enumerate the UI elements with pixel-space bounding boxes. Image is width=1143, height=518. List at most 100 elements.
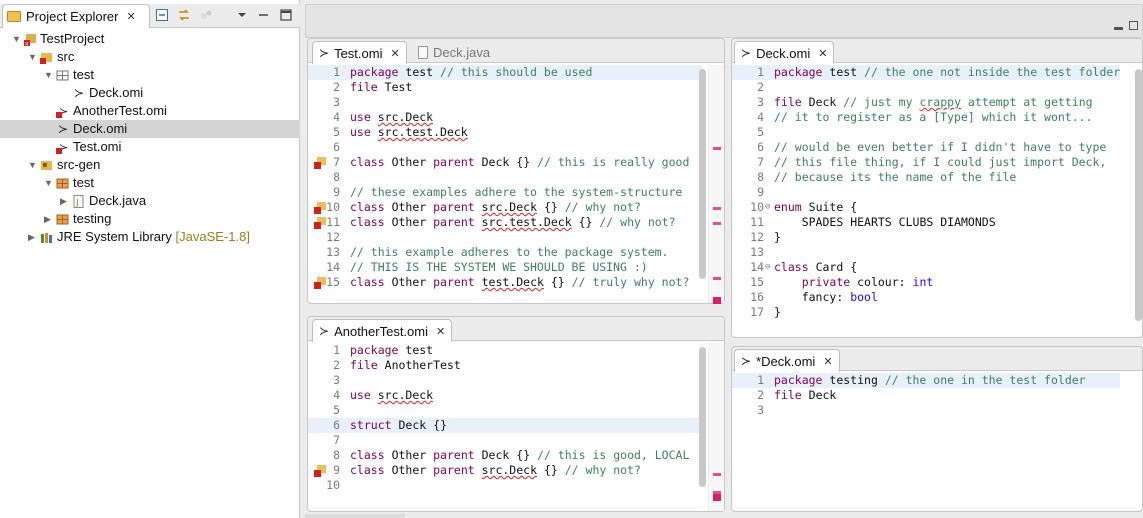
code-line[interactable]: 10 class Other parent src.Deck {} // why … [308, 200, 702, 215]
collapse-all-icon[interactable] [155, 8, 169, 22]
code-editor[interactable]: 1 package test // this should be used 2 fil… [308, 65, 724, 303]
error-summary-marker[interactable] [713, 297, 721, 304]
tab-deck-omi-dirty[interactable]: ≻ *Deck.omi ✕ [734, 349, 840, 372]
code-line[interactable]: 7 // this file thing, if I could just imp… [732, 155, 1120, 170]
error-marker[interactable] [713, 473, 721, 476]
error-marker[interactable] [713, 277, 721, 280]
tree-item-src-test-deck-omi[interactable]: ≻ Deck.omi [0, 84, 300, 102]
minimize-icon[interactable] [1114, 27, 1123, 30]
code-editor[interactable]: 1 package test // the one not inside the … [732, 65, 1142, 337]
error-marker-icon[interactable] [314, 217, 327, 229]
close-icon[interactable]: ✕ [436, 325, 445, 338]
code-line[interactable]: 3 [732, 403, 1120, 418]
code-line[interactable]: 10 [308, 478, 702, 493]
tab-anothertest-omi[interactable]: ≻ AnotherTest.omi ✕ [312, 319, 453, 342]
code-line[interactable]: 3 [308, 373, 702, 388]
error-marker-icon[interactable] [314, 465, 327, 477]
close-icon[interactable]: ✕ [818, 47, 827, 60]
code-editor[interactable]: 1 package test 2 file AnotherTest 3 4 use src.… [308, 343, 724, 511]
error-marker[interactable] [713, 222, 721, 225]
code-line[interactable]: 11 SPADES HEARTS CLUBS DIAMONDS [732, 215, 1120, 230]
tree-item-src-deck-omi[interactable]: ≻ Deck.omi [0, 120, 300, 138]
error-summary-marker[interactable] [713, 494, 721, 501]
code-line[interactable]: 5 [308, 403, 702, 418]
tree-item-src[interactable]: ▼ src [0, 48, 300, 66]
code-line[interactable]: 12 [308, 230, 702, 245]
code-line[interactable]: 2 file AnotherTest [308, 358, 702, 373]
tree-item-src-gen-test[interactable]: ▼ test [0, 174, 300, 192]
code-line[interactable]: 5 use src.test.Deck [308, 125, 702, 140]
expand-down-icon[interactable]: ▼ [12, 30, 21, 48]
code-line[interactable]: 9 class Other parent src.Deck {} // why n… [308, 463, 702, 478]
code-line[interactable]: 9 [732, 185, 1120, 200]
maximize-icon[interactable] [1129, 21, 1138, 30]
maximize-icon[interactable] [279, 8, 293, 22]
tree-item-deck-java[interactable]: ▶ J Deck.java [0, 192, 300, 210]
code-line[interactable]: 6 // would be even better if I didn't hav… [732, 140, 1120, 155]
error-marker-icon[interactable] [314, 277, 327, 289]
code-editor[interactable]: 1 package testing // the one in the test … [732, 373, 1142, 511]
code-line[interactable]: 17} [732, 305, 1120, 320]
expand-right-icon[interactable]: ▶ [28, 228, 35, 246]
tab-test-omi[interactable]: ≻ Test.omi ✕ [312, 41, 407, 64]
close-icon[interactable]: ✕ [390, 47, 399, 60]
expand-down-icon[interactable]: ▼ [44, 174, 53, 192]
tree-item-src-gen[interactable]: ▼ src-gen [0, 156, 300, 174]
code-line[interactable]: 4 // it to register as a [Type] which it … [732, 110, 1120, 125]
code-line[interactable]: 8 // because its the name of the file [732, 170, 1120, 185]
error-marker[interactable] [713, 147, 721, 150]
code-line[interactable]: 3 [308, 95, 702, 110]
code-line[interactable]: 15 class Other parent test.Deck {} // tru… [308, 275, 702, 290]
focus-icon[interactable] [199, 8, 213, 22]
tree-item-anothertest-omi[interactable]: ≻ AnotherTest.omi [0, 102, 300, 120]
code-line[interactable]: 2 file Deck [732, 388, 1120, 403]
code-line[interactable]: 6 struct Deck {} [308, 418, 702, 433]
code-line[interactable]: 5 [732, 125, 1120, 140]
code-line[interactable]: 8 [308, 170, 702, 185]
error-marker-icon[interactable] [314, 202, 327, 214]
code-line[interactable]: 9 // these examples adhere to the system-… [308, 185, 702, 200]
code-line[interactable]: 10 ⊖ enum Suite { [732, 200, 1120, 215]
expand-down-icon[interactable]: ▼ [44, 66, 53, 84]
tree-item-test-omi[interactable]: ≻ Test.omi [0, 138, 300, 156]
code-line[interactable]: 1 package test // this should be used [308, 65, 702, 80]
error-marker-icon[interactable] [314, 157, 327, 169]
tree-item-src-test[interactable]: ▼ test [0, 66, 300, 84]
code-line[interactable]: 4 use src.Deck [308, 110, 702, 125]
expand-right-icon[interactable]: ▶ [44, 210, 51, 228]
code-line[interactable]: 1 package testing // the one in the test … [732, 373, 1120, 388]
view-menu-icon[interactable] [235, 8, 249, 22]
tree-item-jre-library[interactable]: ▶ JRE System Library [JavaSE-1.8] [0, 228, 300, 246]
code-line[interactable]: 13 // this example adheres to the package… [308, 245, 702, 260]
expand-down-icon[interactable]: ▼ [28, 156, 37, 174]
fold-toggle-icon[interactable]: ⊖ [765, 260, 770, 275]
code-line[interactable]: 11 class Other parent src.test.Deck {} //… [308, 215, 702, 230]
close-icon[interactable]: ✕ [823, 355, 832, 368]
code-line[interactable]: 7 class Other parent Deck {} // this is r… [308, 155, 702, 170]
code-line[interactable]: 12} [732, 230, 1120, 245]
code-line[interactable]: 3 file Deck // just my crappy attempt at … [732, 95, 1120, 110]
code-line[interactable]: 2 file Test [308, 80, 702, 95]
code-line[interactable]: 1 package test [308, 343, 702, 358]
expand-down-icon[interactable]: ▼ [28, 48, 37, 66]
minimize-icon[interactable] [257, 8, 271, 22]
fold-toggle-icon[interactable]: ⊖ [765, 200, 770, 215]
link-with-editor-icon[interactable] [177, 8, 191, 22]
code-line[interactable]: 8 class Other parent Deck {} // this is g… [308, 448, 702, 463]
project-explorer-tab[interactable]: Project Explorer ✕ [2, 4, 150, 28]
code-line[interactable]: 6 [308, 140, 702, 155]
code-line[interactable]: 2 [732, 80, 1120, 95]
tree-item-testing[interactable]: ▶ testing [0, 210, 300, 228]
code-line[interactable]: 7 [308, 433, 702, 448]
code-line[interactable]: 14 ⊖ class Card { [732, 260, 1120, 275]
vertical-scrollbar[interactable] [699, 69, 706, 279]
vertical-scrollbar[interactable] [1135, 69, 1142, 321]
code-line[interactable]: 1 package test // the one not inside the … [732, 65, 1120, 80]
close-icon[interactable]: ✕ [126, 10, 135, 23]
bottom-minimized-stack[interactable] [305, 514, 405, 518]
code-line[interactable]: 15 private colour: int [732, 275, 1120, 290]
code-line[interactable]: 14 // THIS IS THE SYSTEM WE SHOULD BE USI… [308, 260, 702, 275]
code-line[interactable]: 13 [732, 245, 1120, 260]
error-marker[interactable] [713, 207, 721, 210]
tree-item-testproject[interactable]: ▼ x TestProject [0, 30, 300, 48]
